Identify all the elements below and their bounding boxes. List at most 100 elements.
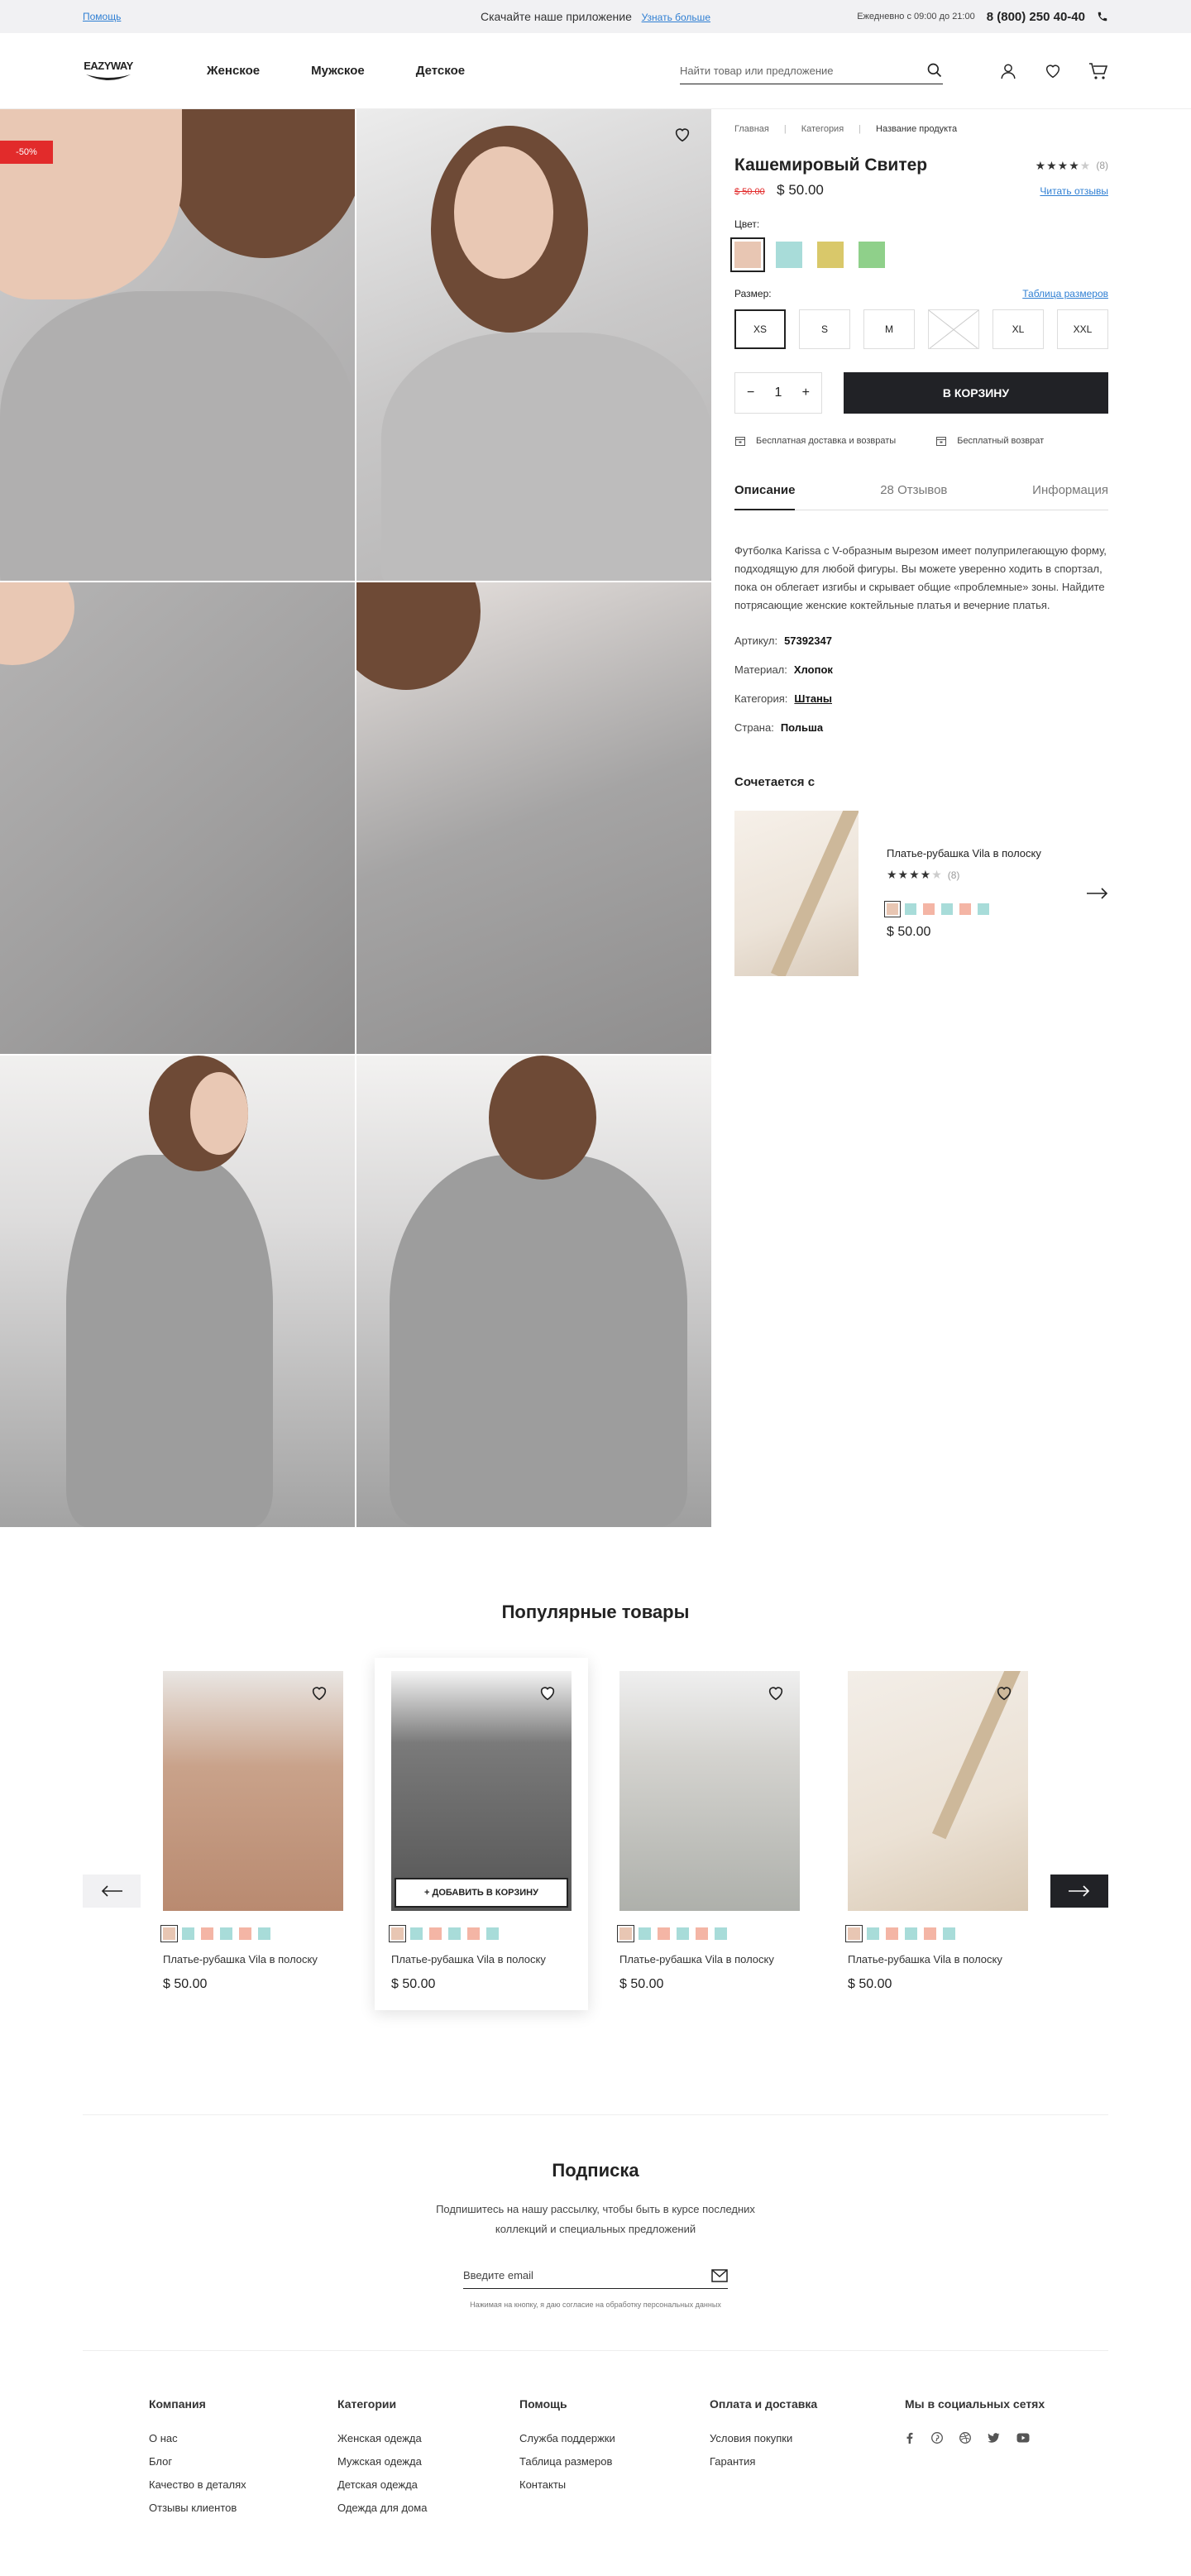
- pinterest-icon[interactable]: [931, 2432, 943, 2444]
- color-swatch[interactable]: [182, 1927, 194, 1940]
- color-swatch[interactable]: [160, 1925, 178, 1942]
- size-option[interactable]: XXL: [1057, 309, 1108, 349]
- plus-icon[interactable]: +: [802, 385, 810, 400]
- favorite-heart-icon[interactable]: [310, 1684, 328, 1702]
- product-card-image[interactable]: [619, 1671, 800, 1911]
- search-icon[interactable]: [926, 62, 943, 79]
- email-field[interactable]: Введите email: [463, 2262, 728, 2289]
- product-card-name[interactable]: Платье-рубашка Vila в полоску: [391, 1953, 572, 1966]
- minus-icon[interactable]: −: [747, 385, 754, 400]
- footer-link[interactable]: Мужская одежда: [337, 2455, 519, 2468]
- footer-link[interactable]: Условия покупки: [710, 2432, 905, 2444]
- color-swatch[interactable]: [715, 1927, 727, 1940]
- breadcrumb-home[interactable]: Главная: [734, 124, 769, 134]
- color-swatch[interactable]: [845, 1925, 863, 1942]
- envelope-icon[interactable]: [711, 2268, 728, 2282]
- size-option[interactable]: XS: [734, 309, 786, 349]
- heart-icon[interactable]: [1044, 62, 1062, 80]
- logo[interactable]: EAZYWAY: [83, 55, 134, 88]
- product-card-name[interactable]: Платье-рубашка Vila в полоску: [619, 1953, 800, 1966]
- footer-link[interactable]: Одежда для дома: [337, 2502, 519, 2514]
- product-photo[interactable]: [0, 582, 355, 1054]
- color-swatch[interactable]: [730, 237, 765, 272]
- color-swatch[interactable]: [201, 1927, 213, 1940]
- footer-link[interactable]: Качество в деталях: [149, 2478, 337, 2491]
- product-photo[interactable]: -50%: [0, 109, 355, 581]
- color-swatch[interactable]: [658, 1927, 670, 1940]
- color-swatch[interactable]: [677, 1927, 689, 1940]
- color-swatch[interactable]: [905, 903, 916, 915]
- favorite-heart-icon[interactable]: [767, 1684, 785, 1702]
- nav-women[interactable]: Женское: [207, 64, 260, 78]
- combo-product-name[interactable]: Платье-рубашка Vila в полоску: [887, 847, 1041, 859]
- size-option[interactable]: XL: [992, 309, 1044, 349]
- dribbble-icon[interactable]: [959, 2432, 971, 2444]
- facebook-icon[interactable]: [905, 2432, 915, 2444]
- color-swatch[interactable]: [923, 903, 935, 915]
- footer-link[interactable]: Гарантия: [710, 2455, 905, 2468]
- color-swatch[interactable]: [886, 1927, 898, 1940]
- product-card[interactable]: Платье-рубашка Vila в полоску $ 50.00: [617, 1671, 800, 2010]
- email-input[interactable]: Введите email: [463, 2269, 533, 2282]
- favorite-heart-icon[interactable]: [995, 1684, 1013, 1702]
- tab-description[interactable]: Описание: [734, 483, 796, 510]
- footer-link[interactable]: Отзывы клиентов: [149, 2502, 337, 2514]
- product-card-image[interactable]: [848, 1671, 1028, 1911]
- product-photo[interactable]: [0, 1056, 355, 1527]
- footer-link[interactable]: Контакты: [519, 2478, 710, 2491]
- product-card-image[interactable]: [163, 1671, 343, 1911]
- add-to-cart-button[interactable]: + ДОБАВИТЬ В КОРЗИНУ: [395, 1878, 568, 1908]
- footer-link[interactable]: Женская одежда: [337, 2432, 519, 2444]
- user-icon[interactable]: [999, 62, 1017, 80]
- color-swatch[interactable]: [859, 242, 885, 268]
- color-swatch[interactable]: [776, 242, 802, 268]
- app-promo-link[interactable]: Узнать больше: [642, 12, 710, 23]
- arrow-right-icon[interactable]: [1087, 888, 1108, 899]
- color-swatch[interactable]: [639, 1927, 651, 1940]
- tab-reviews[interactable]: 28 Отзывов: [880, 483, 947, 510]
- color-swatch[interactable]: [867, 1927, 879, 1940]
- product-photo[interactable]: [356, 582, 711, 1054]
- search-input[interactable]: Найти товар или предложение: [680, 65, 834, 77]
- category-link[interactable]: Штаны: [794, 692, 832, 705]
- color-swatch[interactable]: [429, 1927, 442, 1940]
- color-swatch[interactable]: [941, 903, 953, 915]
- tab-information[interactable]: Информация: [1032, 483, 1108, 510]
- product-card-name[interactable]: Платье-рубашка Vila в полоску: [848, 1953, 1028, 1966]
- product-card-name[interactable]: Платье-рубашка Vila в полоску: [163, 1953, 343, 1966]
- size-option[interactable]: S: [799, 309, 850, 349]
- breadcrumb-category[interactable]: Категория: [801, 124, 844, 134]
- footer-link[interactable]: Блог: [149, 2455, 337, 2468]
- carousel-prev-button[interactable]: [83, 1875, 141, 1908]
- color-swatch[interactable]: [448, 1927, 461, 1940]
- color-swatch[interactable]: [617, 1925, 634, 1942]
- cart-icon[interactable]: [1088, 62, 1108, 80]
- color-swatch[interactable]: [239, 1927, 251, 1940]
- footer-link[interactable]: Служба поддержки: [519, 2432, 710, 2444]
- color-swatch[interactable]: [978, 903, 989, 915]
- help-link[interactable]: Помощь: [83, 11, 121, 22]
- favorite-heart-icon[interactable]: [538, 1684, 557, 1702]
- combo-product-image[interactable]: [734, 811, 859, 976]
- color-swatch[interactable]: [467, 1927, 480, 1940]
- color-swatch[interactable]: [389, 1925, 406, 1942]
- product-photo[interactable]: [356, 109, 711, 581]
- nav-men[interactable]: Мужское: [311, 64, 365, 78]
- color-swatch[interactable]: [258, 1927, 270, 1940]
- color-swatch[interactable]: [959, 903, 971, 915]
- add-to-cart-button[interactable]: В КОРЗИНУ: [844, 372, 1108, 414]
- product-card[interactable]: + ДОБАВИТЬ В КОРЗИНУ Платье-рубашка Vila…: [375, 1658, 588, 2010]
- nav-kids[interactable]: Детское: [416, 64, 465, 78]
- footer-link[interactable]: Детская одежда: [337, 2478, 519, 2491]
- twitter-icon[interactable]: [988, 2432, 1000, 2444]
- phone-number[interactable]: 8 (800) 250 40-40: [987, 10, 1085, 24]
- size-option[interactable]: M: [863, 309, 915, 349]
- color-swatch[interactable]: [220, 1927, 232, 1940]
- read-reviews-link[interactable]: Читать отзывы: [1040, 185, 1108, 197]
- color-swatch[interactable]: [696, 1927, 708, 1940]
- color-swatch[interactable]: [905, 1927, 917, 1940]
- quantity-value[interactable]: 1: [775, 385, 782, 400]
- size-table-link[interactable]: Таблица размеров: [1022, 288, 1108, 299]
- footer-link[interactable]: Таблица размеров: [519, 2455, 710, 2468]
- product-card-image[interactable]: + ДОБАВИТЬ В КОРЗИНУ: [391, 1671, 572, 1911]
